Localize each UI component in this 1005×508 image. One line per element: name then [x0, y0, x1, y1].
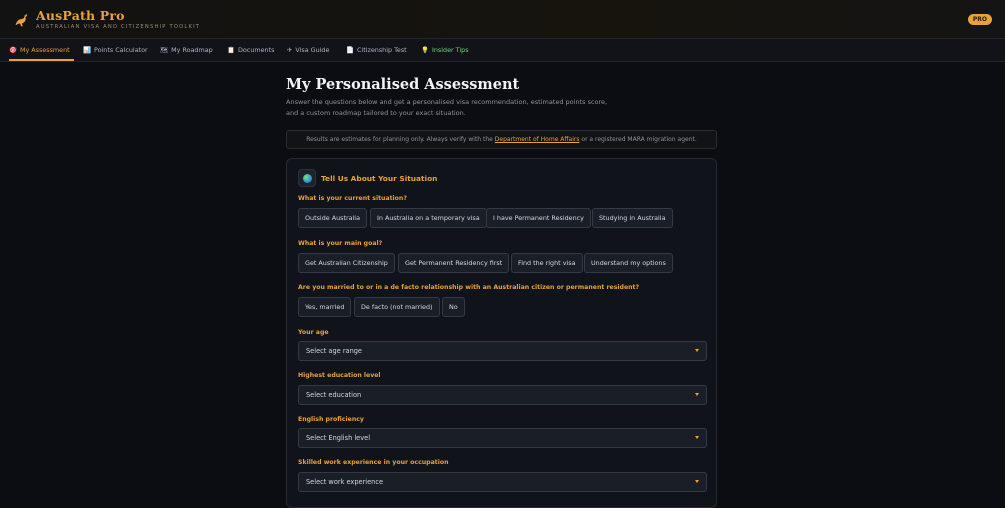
chevron-down-icon [695, 393, 699, 396]
map-icon: 🗺 [160, 46, 169, 54]
target-icon: 🎯 [9, 46, 17, 54]
pro-badge: PRO [967, 14, 992, 25]
option-pr-first[interactable]: Get Permanent Residency first [398, 253, 510, 273]
work-experience-select[interactable]: Select work experience [298, 472, 707, 492]
tab-documents[interactable]: 📋 Documents [227, 39, 274, 61]
page-title: My Personalised Assessment [286, 76, 520, 93]
option-citizenship[interactable]: Get Australian Citizenship [298, 253, 395, 273]
label-age: Your age [298, 329, 329, 336]
home-affairs-link[interactable]: Department of Home Affairs [495, 136, 580, 143]
age-select[interactable]: Select age range [298, 341, 707, 361]
card-title: Tell Us About Your Situation [321, 174, 438, 183]
kangaroo-icon [15, 13, 28, 27]
question-main-goal: What is your main goal? [298, 240, 383, 247]
situation-card: Tell Us About Your Situation What is you… [286, 158, 717, 508]
tab-insider-tips[interactable]: 💡 Insider Tips [421, 39, 469, 61]
tab-my-roadmap[interactable]: 🗺 My Roadmap [160, 39, 213, 61]
option-understand-options[interactable]: Understand my options [584, 253, 673, 273]
option-permanent-residency[interactable]: I have Permanent Residency [486, 208, 591, 228]
option-de-facto[interactable]: De facto (not married) [354, 297, 440, 317]
main-nav: 🎯 My Assessment 📊 Points Calculator 🗺 My Ro… [0, 39, 1005, 62]
document-icon: 📄 [346, 46, 354, 54]
label-education: Highest education level [298, 372, 381, 379]
option-married[interactable]: Yes, married [298, 297, 352, 317]
globe-icon [298, 169, 316, 187]
question-relationship: Are you married to or in a de facto rela… [298, 284, 640, 291]
chevron-down-icon [695, 349, 699, 352]
label-english: English proficiency [298, 416, 364, 423]
clipboard-icon: 📋 [227, 46, 235, 54]
chevron-down-icon [695, 480, 699, 483]
tab-citizenship-test[interactable]: 📄 Citizenship Test [346, 39, 407, 61]
lightbulb-icon: 💡 [421, 46, 429, 54]
brand-title: AusPath Pro [36, 8, 125, 23]
option-outside-australia[interactable]: Outside Australia [298, 208, 367, 228]
option-studying[interactable]: Studying in Australia [592, 208, 673, 228]
brand-tagline: AUSTRALIAN VISA AND CITIZENSHIP TOOLKIT [36, 24, 201, 30]
label-work-experience: Skilled work experience in your occupati… [298, 459, 449, 466]
tab-my-assessment[interactable]: 🎯 My Assessment [9, 39, 74, 61]
disclaimer-notice: Results are estimates for planning only.… [286, 130, 717, 149]
option-right-visa[interactable]: Find the right visa [511, 253, 583, 273]
page-description: Answer the questions below and get a per… [286, 98, 608, 117]
plane-icon: ✈ [287, 46, 293, 54]
chevron-down-icon [695, 436, 699, 439]
option-no[interactable]: No [442, 297, 465, 317]
chart-icon: 📊 [83, 46, 91, 54]
tab-visa-guide[interactable]: ✈ Visa Guide [287, 39, 329, 61]
english-select[interactable]: Select English level [298, 428, 707, 448]
question-current-situation: What is your current situation? [298, 195, 407, 202]
app-header: AusPath Pro AUSTRALIAN VISA AND CITIZENS… [0, 0, 1005, 39]
tab-points-calculator[interactable]: 📊 Points Calculator [83, 39, 148, 61]
education-select[interactable]: Select education [298, 385, 707, 405]
option-temporary-visa[interactable]: In Australia on a temporary visa [370, 208, 487, 228]
